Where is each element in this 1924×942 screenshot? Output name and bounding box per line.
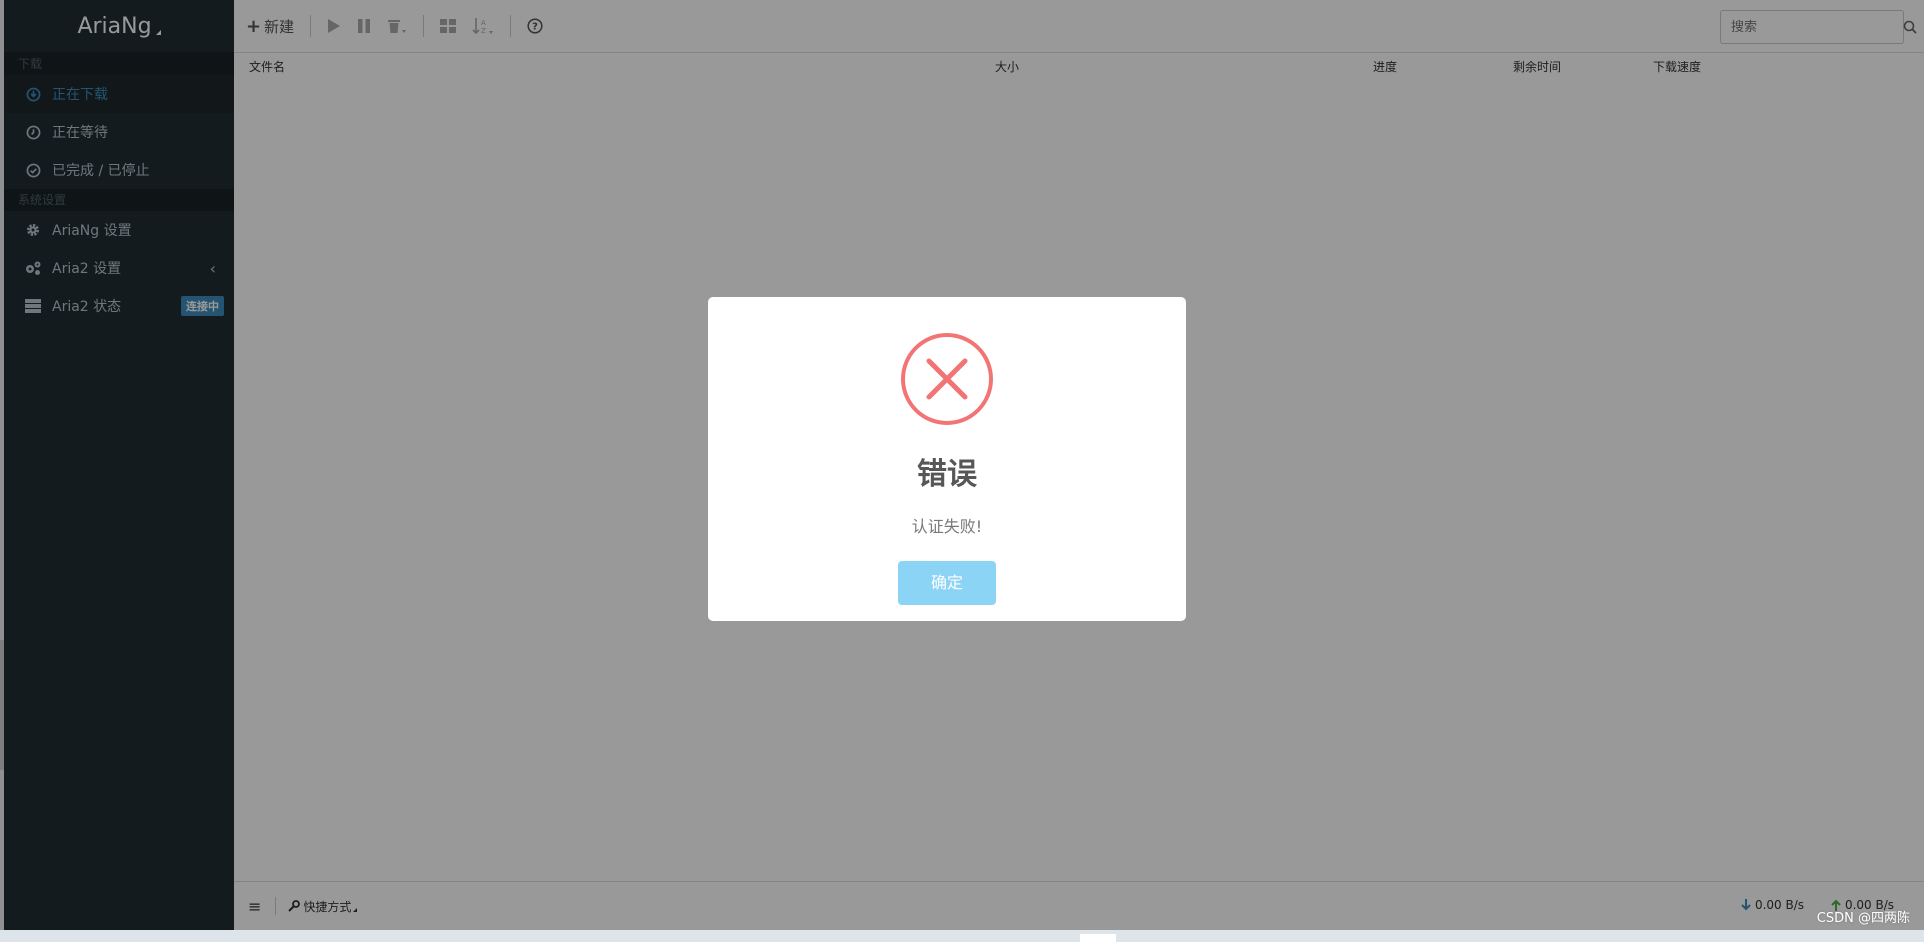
taskbar-tab[interactable] [1080, 934, 1116, 942]
error-x-icon [901, 333, 993, 425]
watermark: CSDN @四两陈 [1816, 911, 1910, 926]
error-dialog: 错误 认证失败! 确定 [708, 297, 1186, 621]
dialog-title: 错误 [917, 457, 977, 492]
dialog-message: 认证失败! [911, 517, 983, 536]
confirm-button[interactable]: 确定 [898, 561, 996, 605]
taskbar-strip [0, 930, 1924, 942]
